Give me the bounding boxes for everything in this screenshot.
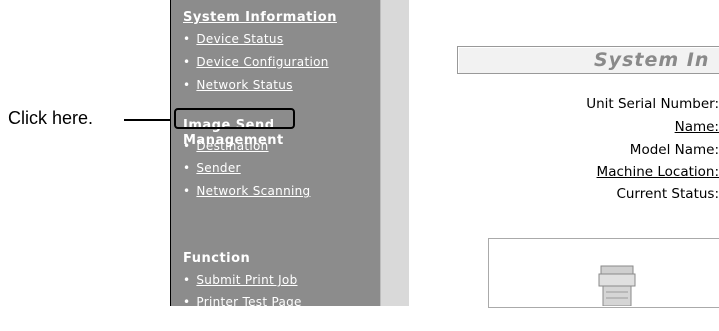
name-label[interactable]: Name:: [675, 119, 719, 135]
destination-highlight-box: [174, 108, 295, 129]
unit-serial-number-label: Unit Serial Number:: [586, 96, 719, 112]
bullet-icon: •: [183, 317, 191, 331]
machine-location-label[interactable]: Machine Location:: [597, 164, 719, 180]
sidebar-item-submit-print-job[interactable]: • Submit Print Job: [183, 273, 298, 287]
model-name-label: Model Name:: [629, 142, 719, 158]
sidebar-item-destination[interactable]: • Destination: [183, 139, 269, 153]
sidebar-item-device-status[interactable]: • Device Status: [183, 32, 283, 46]
page-title: System In: [594, 49, 710, 71]
sidebar-item-network-status[interactable]: • Network Status: [183, 78, 293, 92]
page-title-box: System In: [457, 46, 719, 74]
bullet-icon: •: [183, 78, 191, 92]
sidebar-item-sender[interactable]: • Sender: [183, 161, 241, 175]
bullet-icon: •: [183, 184, 191, 198]
bullet-icon: •: [183, 139, 191, 153]
sidebar-section-function: Function: [183, 251, 251, 266]
sidebar-item-web-test-page[interactable]: • Web Test Page: [183, 317, 287, 331]
sidebar-item-device-configuration[interactable]: • Device Configuration: [183, 55, 329, 69]
printer-icon: [598, 265, 636, 306]
bullet-icon: •: [183, 55, 191, 69]
bullet-icon: •: [183, 273, 191, 287]
sidebar-section-system-information[interactable]: System Information: [183, 10, 337, 25]
sidebar: System Information • Device Status • Devic…: [171, 0, 380, 331]
sidebar-item-network-scanning[interactable]: • Network Scanning: [183, 184, 310, 198]
bullet-icon: •: [183, 295, 191, 309]
current-status-label: Current Status:: [616, 186, 719, 202]
bullet-icon: •: [183, 32, 191, 46]
scrollbar[interactable]: [380, 0, 410, 306]
main-content: System In Unit Serial Number: Name: Mode…: [409, 0, 719, 308]
callout-arrow: [124, 119, 174, 121]
bullet-icon: •: [183, 161, 191, 175]
sidebar-item-printer-test-page[interactable]: • Printer Test Page: [183, 295, 302, 309]
callout-label: Click here.: [8, 108, 94, 128]
